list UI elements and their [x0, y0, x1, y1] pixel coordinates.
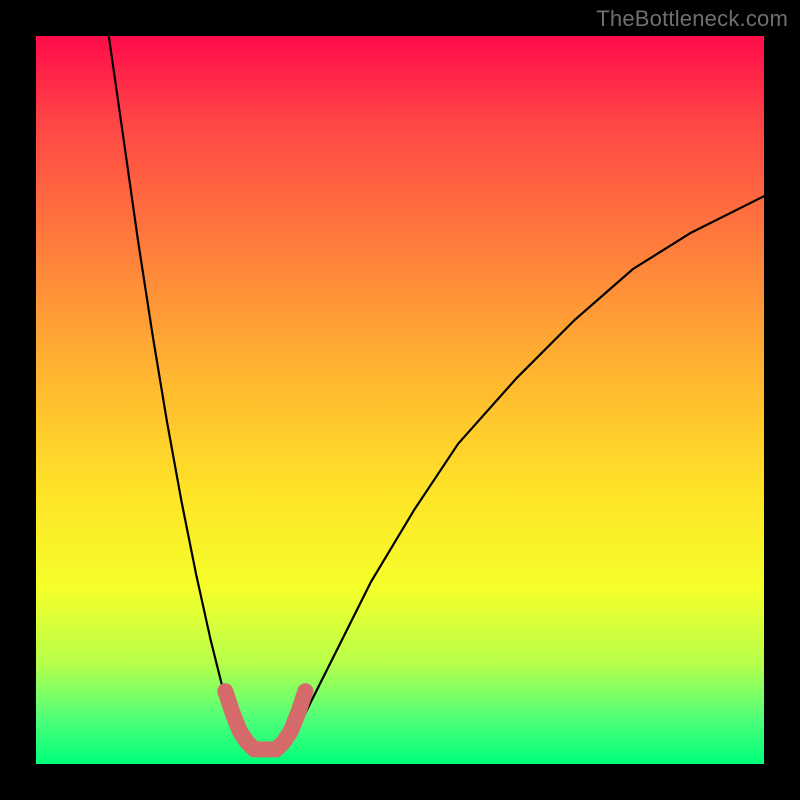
chart-frame: TheBottleneck.com	[0, 0, 800, 800]
curve-layer	[36, 36, 764, 764]
left-curve	[109, 36, 262, 749]
plot-area	[36, 36, 764, 764]
bottom-highlight	[225, 691, 305, 749]
watermark-text: TheBottleneck.com	[596, 6, 788, 32]
right-curve	[276, 196, 764, 749]
